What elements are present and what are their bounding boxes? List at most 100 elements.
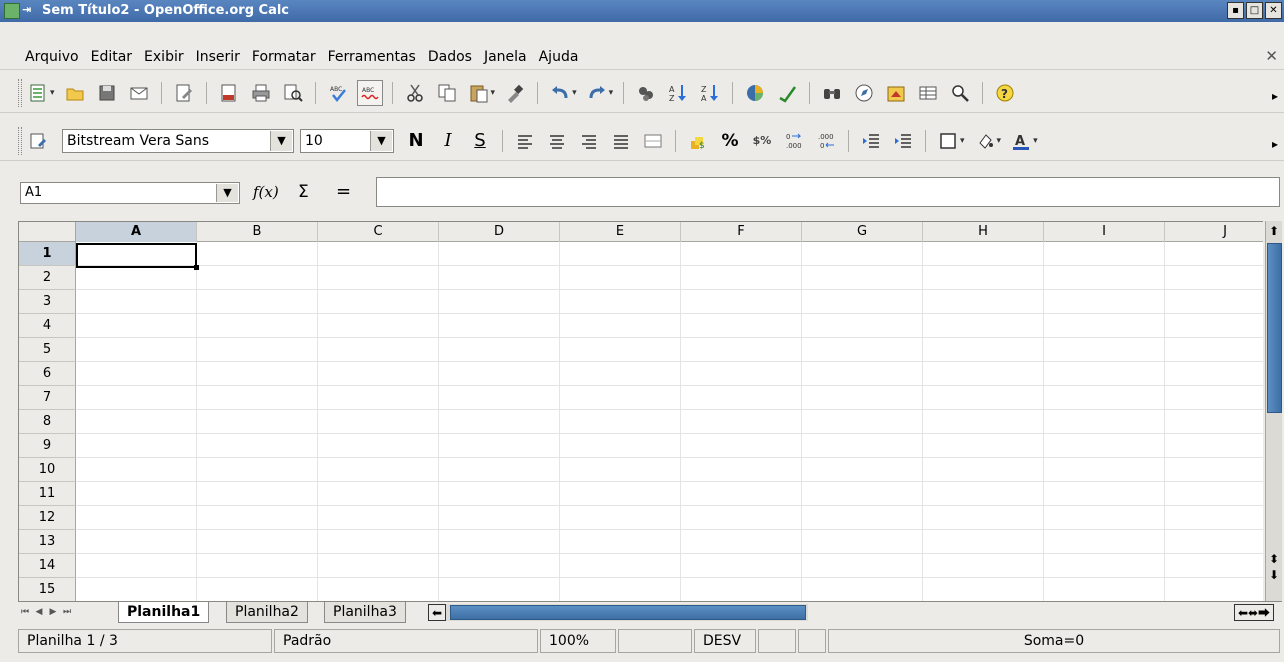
undo-icon[interactable]	[547, 80, 573, 106]
export-pdf-icon[interactable]	[216, 80, 242, 106]
horizontal-scrollbar[interactable]: ⬅	[428, 604, 808, 621]
navigator-icon[interactable]	[851, 80, 877, 106]
font-color-dropdown-icon[interactable]: ▾	[1033, 136, 1038, 146]
help-icon[interactable]: ?	[992, 80, 1018, 106]
align-right-icon[interactable]	[576, 128, 602, 154]
gallery-icon[interactable]	[883, 80, 909, 106]
menu-formatar[interactable]: Formatar	[252, 49, 316, 65]
row-header-1[interactable]: 1	[19, 242, 76, 266]
find-replace-icon[interactable]	[819, 80, 845, 106]
print-icon[interactable]	[248, 80, 274, 106]
vertical-scroll-thumb[interactable]	[1267, 243, 1282, 413]
row-header-5[interactable]: 5	[19, 338, 76, 362]
function-button[interactable]: =	[336, 181, 351, 202]
currency-percent-button[interactable]: $%	[749, 128, 775, 154]
menu-ajuda[interactable]: Ajuda	[539, 49, 579, 65]
redo-dropdown-icon[interactable]: ▾	[609, 88, 614, 98]
calc-app-icon[interactable]	[4, 3, 20, 19]
font-size-combo[interactable]: 10 ▼	[300, 128, 394, 153]
column-header-i[interactable]: I	[1044, 222, 1165, 242]
sheet-tab-planilha1[interactable]: Planilha1	[118, 602, 210, 623]
toolbar-grip[interactable]	[18, 79, 22, 107]
prev-sheet-icon[interactable]: ◀	[32, 604, 46, 621]
merge-cells-icon[interactable]	[640, 128, 666, 154]
underline-button[interactable]: S	[467, 128, 493, 154]
active-cell-cursor[interactable]	[76, 243, 199, 270]
toolbar-overflow-icon[interactable]: ▸	[1272, 137, 1278, 151]
column-header-j[interactable]: J	[1165, 222, 1263, 242]
bold-button[interactable]: N	[403, 128, 429, 154]
status-page-style[interactable]: Padrão	[274, 629, 538, 653]
page-preview-icon[interactable]	[280, 80, 306, 106]
menu-editar[interactable]: Editar	[91, 49, 132, 65]
borders-dropdown-icon[interactable]: ▾	[960, 136, 965, 146]
column-header-d[interactable]: D	[439, 222, 560, 242]
italic-button[interactable]: I	[435, 128, 461, 154]
new-icon[interactable]	[25, 80, 51, 106]
copy-icon[interactable]	[434, 80, 460, 106]
percent-button[interactable]: %	[717, 128, 743, 154]
row-header-4[interactable]: 4	[19, 314, 76, 338]
column-header-g[interactable]: G	[802, 222, 923, 242]
autospellcheck-icon[interactable]: ABC	[356, 79, 383, 106]
function-wizard-button[interactable]: f(x)	[253, 183, 279, 201]
align-left-icon[interactable]	[512, 128, 538, 154]
maximize-button[interactable]: □	[1246, 2, 1263, 19]
minimize-button[interactable]: ▪	[1227, 2, 1244, 19]
row-header-3[interactable]: 3	[19, 290, 76, 314]
number-format-currency-icon[interactable]: $	[685, 128, 711, 154]
font-name-dropdown-icon[interactable]: ▼	[270, 130, 292, 151]
chart-icon[interactable]	[742, 80, 768, 106]
row-header-12[interactable]: 12	[19, 506, 76, 530]
paste-icon[interactable]	[466, 80, 492, 106]
column-header-a[interactable]: A	[76, 222, 197, 242]
edit-file-icon[interactable]	[171, 80, 197, 106]
row-header-9[interactable]: 9	[19, 434, 76, 458]
close-document-icon[interactable]: ✕	[1265, 47, 1278, 65]
align-center-icon[interactable]	[544, 128, 570, 154]
redo-icon[interactable]	[584, 80, 610, 106]
first-sheet-icon[interactable]: ⏮	[18, 604, 32, 621]
column-header-h[interactable]: H	[923, 222, 1044, 242]
font-color-icon[interactable]: A	[1008, 128, 1034, 154]
add-decimal-icon[interactable]: 0.000	[781, 128, 807, 154]
last-sheet-icon[interactable]: ⏭	[60, 604, 74, 621]
column-header-b[interactable]: B	[197, 222, 318, 242]
scroll-down-arrow-icon[interactable]: ⬇	[1266, 567, 1282, 583]
spreadsheet-grid[interactable]: ABCDEFGHIJ 1 2 3 4 5 6 7 8 9 10 11 12 13 14 15	[18, 221, 1263, 601]
sheet-tab-planilha2[interactable]: Planilha2	[226, 602, 308, 623]
column-header-c[interactable]: C	[318, 222, 439, 242]
row-header-7[interactable]: 7	[19, 386, 76, 410]
menu-janela[interactable]: Janela	[484, 49, 527, 65]
horizontal-scroll-thumb[interactable]	[450, 605, 806, 620]
spellcheck-icon[interactable]: ABC	[325, 80, 351, 106]
background-color-dropdown-icon[interactable]: ▾	[997, 136, 1002, 146]
font-size-dropdown-icon[interactable]: ▼	[370, 130, 392, 151]
zoom-icon[interactable]	[947, 80, 973, 106]
row-header-15[interactable]: 15	[19, 578, 76, 601]
cut-icon[interactable]	[402, 80, 428, 106]
menu-dados[interactable]: Dados	[428, 49, 472, 65]
name-box[interactable]: A1 ▼	[20, 182, 240, 204]
row-header-6[interactable]: 6	[19, 362, 76, 386]
status-selection-mode[interactable]: DESV	[694, 629, 756, 653]
toolbar-overflow-icon[interactable]: ▸	[1272, 89, 1278, 103]
scroll-left-arrow-icon[interactable]: ⬅	[428, 604, 446, 621]
row-header-13[interactable]: 13	[19, 530, 76, 554]
hyperlink-icon[interactable]	[633, 80, 659, 106]
undo-dropdown-icon[interactable]: ▾	[572, 88, 577, 98]
vertical-scrollbar[interactable]: ⬆ ⬍ ⬇	[1265, 221, 1282, 601]
row-header-10[interactable]: 10	[19, 458, 76, 482]
name-box-dropdown-icon[interactable]: ▼	[216, 184, 238, 202]
menu-arquivo[interactable]: Arquivo	[25, 49, 79, 65]
format-paintbrush-icon[interactable]	[502, 80, 528, 106]
toolbar-grip[interactable]	[18, 127, 22, 155]
split-handle-icon[interactable]: ⬍	[1266, 551, 1282, 567]
background-color-icon[interactable]	[972, 128, 998, 154]
menu-ferramentas[interactable]: Ferramentas	[328, 49, 416, 65]
justify-icon[interactable]	[608, 128, 634, 154]
status-insert-mode[interactable]	[618, 629, 692, 653]
sort-ascending-icon[interactable]: AZ	[665, 80, 691, 106]
status-zoom[interactable]: 100%	[540, 629, 616, 653]
next-sheet-icon[interactable]: ▶	[46, 604, 60, 621]
